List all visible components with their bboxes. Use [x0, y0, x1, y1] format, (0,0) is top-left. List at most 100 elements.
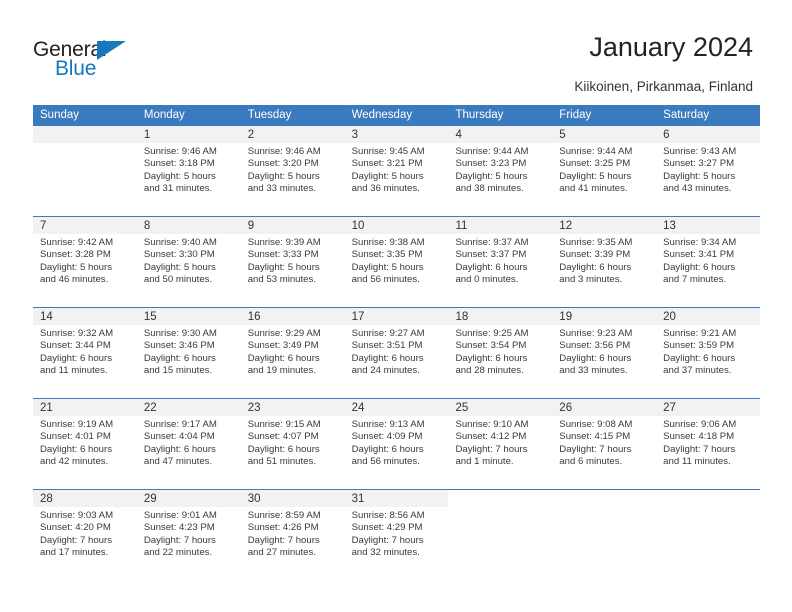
daylight-duration-line1: Daylight: 5 hours [247, 261, 320, 273]
calendar-day-cell[interactable]: 16 Sunrise: 9:29 AM Sunset: 3:49 PM Dayligh… [240, 308, 345, 398]
day-details: Sunrise: 9:03 AM Sunset: 4:20 PM Daylight:… [33, 507, 137, 560]
day-details: Sunrise: 9:13 AM Sunset: 4:09 PM Daylight:… [345, 416, 449, 469]
sunrise-time: Sunrise: 9:40 AM [143, 237, 217, 248]
calendar-week-row: 21 Sunrise: 9:19 AM Sunset: 4:01 PM Dayligh… [33, 398, 761, 489]
day-details: Sunrise: 9:42 AM Sunset: 3:28 PM Daylight:… [33, 234, 137, 287]
day-details: Sunrise: 9:21 AM Sunset: 3:59 PM Daylight:… [656, 325, 760, 378]
sunrise-time: Sunrise: 9:46 AM [143, 146, 217, 157]
daylight-duration-line1: Daylight: 5 hours [663, 170, 736, 182]
calendar-day-cell[interactable]: 6 Sunrise: 9:43 AM Sunset: 3:27 PM Daylight… [656, 126, 761, 216]
calendar-day-cell[interactable]: 13 Sunrise: 9:34 AM Sunset: 3:41 PM Dayligh… [656, 217, 761, 307]
sunset-time: Sunset: 3:35 PM [351, 249, 423, 261]
logo-text-blue: Blue [55, 57, 97, 80]
day-number: 16 [240, 308, 345, 325]
daylight-duration-line2: and 0 minutes. [455, 274, 519, 286]
daylight-duration-line1: Daylight: 6 hours [351, 352, 424, 364]
daylight-duration-line2: and 11 minutes. [40, 365, 108, 377]
calendar-day-cell-empty [656, 490, 761, 580]
calendar-day-cell[interactable]: 17 Sunrise: 9:27 AM Sunset: 3:51 PM Dayligh… [344, 308, 449, 398]
sunrise-time: Sunrise: 9:38 AM [351, 237, 425, 248]
daylight-duration-line2: and 41 minutes. [559, 183, 628, 195]
day-details: Sunrise: 9:27 AM Sunset: 3:51 PM Daylight:… [345, 325, 449, 378]
day-details: Sunrise: 9:15 AM Sunset: 4:07 PM Daylight:… [241, 416, 345, 469]
calendar-day-cell[interactable]: 3 Sunrise: 9:45 AM Sunset: 3:21 PM Daylight… [344, 126, 449, 216]
calendar-day-cell[interactable]: 7 Sunrise: 9:42 AM Sunset: 3:28 PM Daylight… [33, 217, 137, 307]
calendar-day-cell[interactable]: 14 Sunrise: 9:32 AM Sunset: 3:44 PM Dayligh… [33, 308, 137, 398]
calendar-day-cell[interactable]: 18 Sunrise: 9:25 AM Sunset: 3:54 PM Dayligh… [448, 308, 553, 398]
calendar-day-cell[interactable]: 2 Sunrise: 9:46 AM Sunset: 3:20 PM Daylight… [240, 126, 345, 216]
calendar-day-cell[interactable]: 12 Sunrise: 9:35 AM Sunset: 3:39 PM Dayligh… [552, 217, 657, 307]
calendar-day-cell[interactable]: 10 Sunrise: 9:38 AM Sunset: 3:35 PM Dayligh… [344, 217, 449, 307]
sunset-time: Sunset: 3:41 PM [663, 249, 735, 261]
day-number [448, 490, 553, 507]
sunrise-time: Sunrise: 9:13 AM [351, 419, 425, 430]
day-number: 2 [240, 126, 345, 143]
calendar-day-cell[interactable]: 22 Sunrise: 9:17 AM Sunset: 4:04 PM Dayligh… [136, 399, 241, 489]
weekday-header-tuesday: Tuesday [247, 109, 292, 121]
day-details: Sunrise: 9:35 AM Sunset: 3:39 PM Daylight:… [552, 234, 656, 287]
calendar-day-cell[interactable]: 30 Sunrise: 8:59 AM Sunset: 4:26 PM Dayligh… [240, 490, 345, 580]
day-number [656, 490, 761, 507]
day-number: 9 [240, 217, 345, 234]
calendar-day-cell[interactable]: 19 Sunrise: 9:23 AM Sunset: 3:56 PM Dayligh… [552, 308, 657, 398]
calendar-day-cell[interactable]: 28 Sunrise: 9:03 AM Sunset: 4:20 PM Dayligh… [33, 490, 137, 580]
location-subtitle: Kiikoinen, Pirkanmaa, Finland [574, 79, 753, 94]
daylight-duration-line1: Daylight: 6 hours [663, 261, 736, 273]
day-number: 7 [33, 217, 137, 234]
daylight-duration-line2: and 3 minutes. [559, 274, 623, 286]
day-number: 30 [240, 490, 345, 507]
calendar-day-cell[interactable]: 26 Sunrise: 9:08 AM Sunset: 4:15 PM Dayligh… [552, 399, 657, 489]
sunset-time: Sunset: 3:54 PM [455, 340, 527, 352]
calendar-day-cell[interactable]: 23 Sunrise: 9:15 AM Sunset: 4:07 PM Dayligh… [240, 399, 345, 489]
calendar-day-cell[interactable]: 1 Sunrise: 9:46 AM Sunset: 3:18 PM Daylight… [136, 126, 241, 216]
calendar-day-cell[interactable]: 24 Sunrise: 9:13 AM Sunset: 4:09 PM Dayligh… [344, 399, 449, 489]
calendar-day-cell[interactable]: 15 Sunrise: 9:30 AM Sunset: 3:46 PM Dayligh… [136, 308, 241, 398]
calendar-day-cell[interactable]: 9 Sunrise: 9:39 AM Sunset: 3:33 PM Daylight… [240, 217, 345, 307]
general-blue-logo[interactable]: General Blue [33, 38, 153, 84]
day-number: 8 [136, 217, 241, 234]
calendar-day-cell[interactable]: 8 Sunrise: 9:40 AM Sunset: 3:30 PM Daylight… [136, 217, 241, 307]
sunset-time: Sunset: 4:12 PM [455, 431, 527, 443]
calendar-day-cell[interactable]: 4 Sunrise: 9:44 AM Sunset: 3:23 PM Daylight… [448, 126, 553, 216]
calendar-grid: Sunday Monday Tuesday Wednesday Thursday… [33, 105, 761, 580]
sunset-time: Sunset: 4:01 PM [40, 431, 111, 443]
daylight-duration-line1: Daylight: 5 hours [455, 170, 528, 182]
day-number: 14 [33, 308, 137, 325]
day-details: Sunrise: 9:10 AM Sunset: 4:12 PM Daylight:… [448, 416, 552, 469]
day-number: 26 [552, 399, 657, 416]
day-number [33, 126, 137, 143]
daylight-duration-line2: and 7 minutes. [663, 274, 727, 286]
sunset-time: Sunset: 3:28 PM [40, 249, 111, 261]
day-details: Sunrise: 9:39 AM Sunset: 3:33 PM Daylight:… [241, 234, 345, 287]
sunset-time: Sunset: 3:20 PM [247, 158, 319, 170]
sunrise-time: Sunrise: 9:39 AM [247, 237, 321, 248]
day-details: Sunrise: 9:43 AM Sunset: 3:27 PM Daylight:… [656, 143, 760, 196]
calendar-day-cell[interactable]: 20 Sunrise: 9:21 AM Sunset: 3:59 PM Dayligh… [656, 308, 761, 398]
day-number: 29 [136, 490, 241, 507]
calendar-day-cell[interactable]: 29 Sunrise: 9:01 AM Sunset: 4:23 PM Dayligh… [136, 490, 241, 580]
day-details: Sunrise: 9:45 AM Sunset: 3:21 PM Daylight:… [345, 143, 449, 196]
calendar-day-cell[interactable]: 27 Sunrise: 9:06 AM Sunset: 4:18 PM Dayligh… [656, 399, 761, 489]
day-details: Sunrise: 9:44 AM Sunset: 3:25 PM Daylight:… [552, 143, 656, 196]
day-details: Sunrise: 9:32 AM Sunset: 3:44 PM Daylight:… [33, 325, 137, 378]
sunrise-time: Sunrise: 9:35 AM [559, 237, 633, 248]
day-number: 5 [552, 126, 657, 143]
daylight-duration-line1: Daylight: 6 hours [559, 261, 632, 273]
sunrise-time: Sunrise: 9:44 AM [455, 146, 529, 157]
sunrise-time: Sunrise: 9:27 AM [351, 328, 425, 339]
calendar-week-row: 14 Sunrise: 9:32 AM Sunset: 3:44 PM Dayligh… [33, 307, 761, 398]
day-details: Sunrise: 9:17 AM Sunset: 4:04 PM Daylight:… [137, 416, 241, 469]
calendar-day-cell[interactable]: 11 Sunrise: 9:37 AM Sunset: 3:37 PM Dayligh… [448, 217, 553, 307]
page-title: January 2024 [589, 32, 753, 62]
day-number: 4 [448, 126, 553, 143]
calendar-day-cell[interactable]: 31 Sunrise: 8:56 AM Sunset: 4:29 PM Dayligh… [344, 490, 449, 580]
day-number: 22 [136, 399, 241, 416]
day-number: 15 [136, 308, 241, 325]
sunset-time: Sunset: 3:18 PM [143, 158, 215, 170]
calendar-day-cell[interactable]: 25 Sunrise: 9:10 AM Sunset: 4:12 PM Dayligh… [448, 399, 553, 489]
daylight-duration-line2: and 38 minutes. [455, 183, 524, 195]
calendar-day-cell-empty [33, 126, 137, 216]
calendar-day-cell[interactable]: 21 Sunrise: 9:19 AM Sunset: 4:01 PM Dayligh… [33, 399, 137, 489]
calendar-day-cell[interactable]: 5 Sunrise: 9:44 AM Sunset: 3:25 PM Daylight… [552, 126, 657, 216]
sunset-time: Sunset: 4:26 PM [247, 522, 319, 534]
